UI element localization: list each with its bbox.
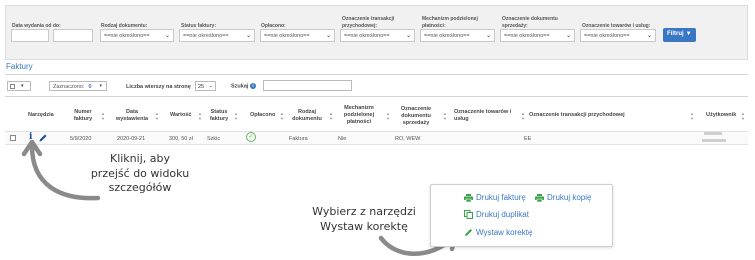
divider: [5, 96, 748, 97]
col-sales-doc[interactable]: Oznaczenie dokumentu sprzedaży: [393, 106, 439, 127]
cell-doc-type: Faktura: [289, 136, 308, 142]
user-blurred: [702, 139, 726, 142]
row-checkbox[interactable]: [10, 135, 16, 141]
sort-icon[interactable]: ▲ ▼: [690, 111, 694, 121]
select-all-checkbox[interactable]: ▾: [7, 81, 31, 91]
chevron-down-icon: ⌄: [485, 33, 491, 39]
col-doc-type[interactable]: Rodzaj dokumentu: [289, 109, 325, 123]
mech-select[interactable]: ==nie określono== ⌄: [420, 29, 495, 42]
col-mechanism[interactable]: Mechanizm podzielonej płatności: [337, 105, 381, 126]
col-number[interactable]: Numer faktury: [68, 109, 98, 123]
section-title: Faktury: [6, 62, 33, 71]
date-from-input[interactable]: [11, 29, 49, 42]
cell-value: 300, 50 zł: [169, 136, 193, 142]
menu-issue-correction[interactable]: Wystaw korektę: [464, 228, 532, 237]
col-status[interactable]: Status faktury: [207, 109, 231, 123]
col-tools: Narzędzia: [28, 112, 54, 118]
filter-button[interactable]: Filtruj ▼: [663, 28, 696, 42]
paid-check-icon: ✓: [246, 132, 256, 142]
pencil-icon: [465, 229, 472, 237]
sort-icon[interactable]: ▲ ▼: [280, 111, 284, 121]
caret-down-icon: ▾: [21, 83, 24, 89]
cell-trans: EE: [524, 136, 532, 142]
sort-icon[interactable]: ▲ ▼: [386, 111, 390, 121]
chevron-down-icon: ⌄: [164, 33, 170, 39]
col-value[interactable]: Wartość: [170, 112, 192, 119]
sort-icon[interactable]: ▲ ▼: [234, 111, 238, 121]
chevron-down-icon: ⌄: [325, 33, 331, 39]
sort-icon[interactable]: ▲ ▼: [198, 111, 202, 121]
chevron-down-icon: ⌄: [646, 33, 652, 39]
details-callout: Kliknij, aby przejść do widoku szczegółó…: [90, 152, 190, 194]
search-input[interactable]: [263, 80, 352, 91]
chevron-down-icon: ⌄: [245, 33, 251, 39]
caret-down-icon: ⌄: [208, 83, 213, 89]
menu-print-invoice[interactable]: Drukuj fakturę: [464, 193, 526, 202]
filter-icon: ▼: [685, 31, 692, 37]
user-blurred: [704, 132, 722, 135]
caret-down-icon: ▾: [99, 83, 102, 89]
col-paid[interactable]: Opłacono: [250, 112, 275, 119]
salesdoc-select[interactable]: ==nie określono== ⌄: [500, 29, 575, 42]
cell-date: 2020-09-21: [117, 136, 146, 142]
trans-select[interactable]: ==nie określono== ⌄: [340, 29, 415, 42]
cell-sales-doc: RO, WEW: [395, 136, 421, 142]
paid-select[interactable]: ==nie określono== ⌄: [260, 29, 335, 42]
col-user[interactable]: Użytkownik: [706, 112, 736, 119]
per-page-label: Liczba wierszy na stronę: [126, 84, 191, 90]
goods-select[interactable]: ==nie określono== ⌄: [580, 29, 656, 42]
col-goods[interactable]: Oznaczenie towarów i usług: [454, 109, 516, 123]
trans-label: Oznaczenie transakcji przychodowej:: [342, 16, 395, 29]
chevron-down-icon: ⌄: [405, 33, 411, 39]
sort-icon[interactable]: ▲ ▼: [155, 111, 159, 121]
divider: [5, 74, 748, 75]
sort-icon[interactable]: ▲ ▼: [101, 111, 105, 121]
salesdoc-label: Oznaczenie dokumentu sprzedaży:: [502, 16, 558, 29]
sort-icon[interactable]: ▲ ▼: [443, 111, 447, 121]
sort-icon[interactable]: ▲ ▼: [329, 111, 333, 121]
printer-icon: [464, 193, 473, 202]
sort-icon[interactable]: ▲ ▼: [521, 111, 525, 121]
col-date[interactable]: Data wystawienia: [114, 109, 150, 123]
col-trans[interactable]: Oznaczenie transakcji przychodowej: [529, 112, 625, 119]
sort-icon[interactable]: ▲ ▼: [741, 111, 745, 121]
search-label-group: Szukaj i: [231, 83, 256, 89]
checkbox-icon: [10, 84, 15, 89]
status-select[interactable]: ==nie określono== ⌄: [179, 29, 255, 42]
per-page-select[interactable]: 25 ⌄: [195, 81, 216, 91]
duplicate-icon: [464, 210, 473, 220]
selected-count-box[interactable]: Zaznaczono: 0 ▾: [49, 81, 107, 91]
menu-print-duplicate[interactable]: Drukuj duplikat: [464, 210, 529, 220]
cell-status: Szkic: [207, 136, 221, 142]
info-icon[interactable]: i: [249, 83, 256, 89]
doc-type-select[interactable]: ==nie określono== ⌄: [100, 29, 174, 42]
chevron-down-icon: ⌄: [565, 33, 571, 39]
printer-icon: [535, 193, 544, 202]
mech-label: Mechanizm podzielonej płatności:: [422, 16, 478, 29]
menu-print-copy[interactable]: Drukuj kopię: [535, 193, 591, 202]
date-to-input[interactable]: [53, 29, 93, 42]
cell-mechanism: Nie: [338, 136, 347, 142]
